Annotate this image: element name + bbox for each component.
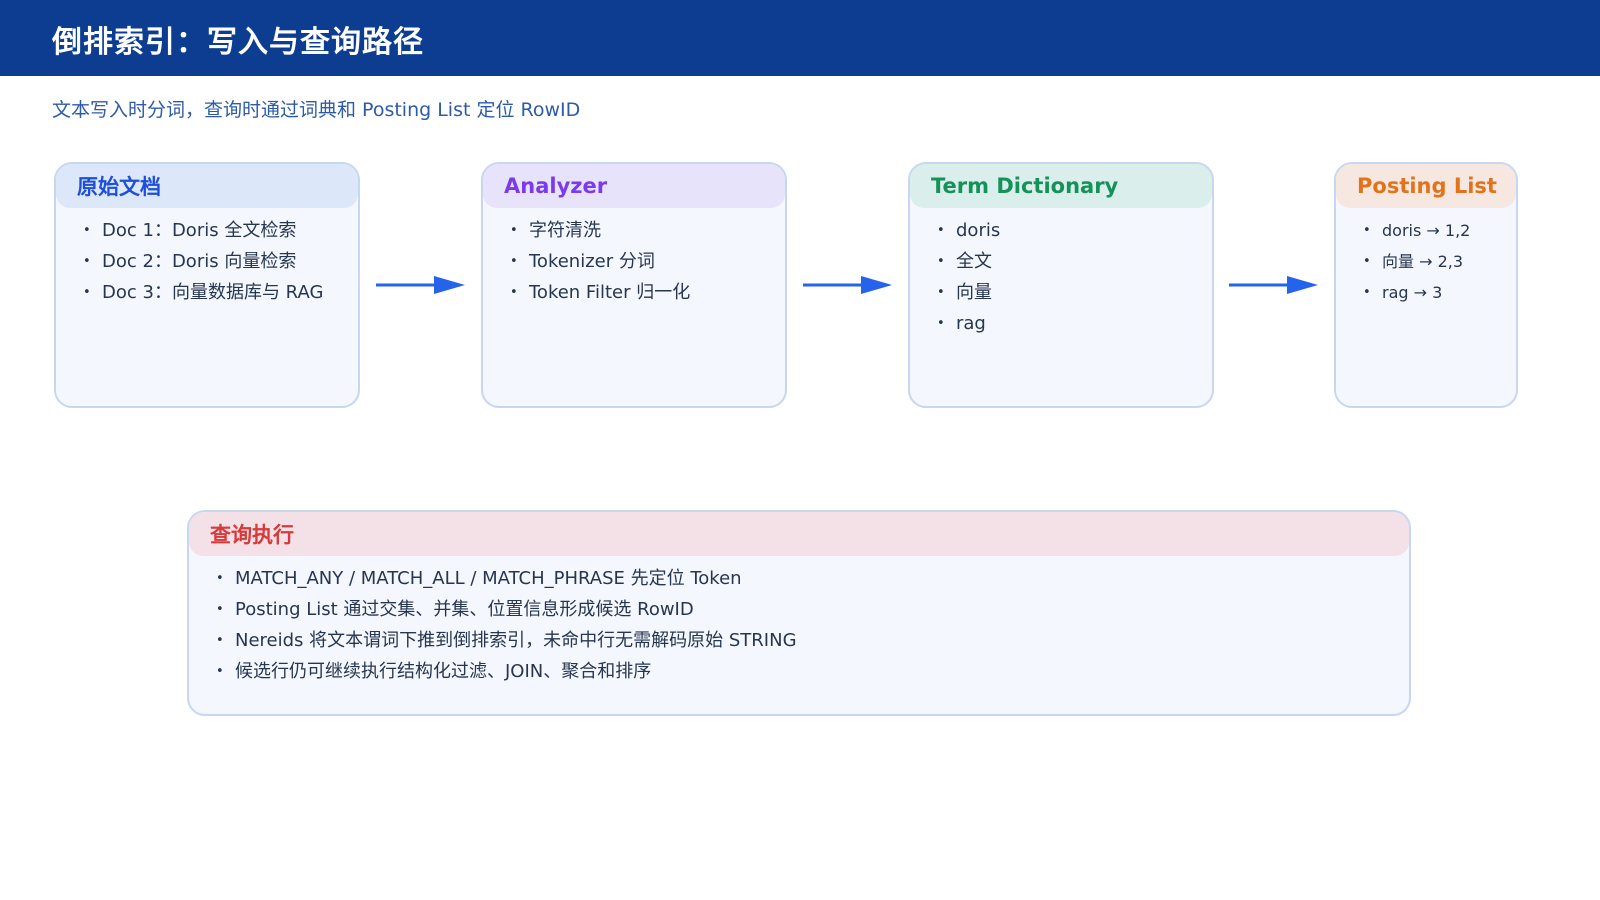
list-item: Token Filter 归一化 (510, 280, 785, 311)
title-bar: 倒排索引：写入与查询路径 (0, 0, 1600, 76)
list-item: 向量 → 2,3 (1363, 249, 1516, 280)
analyzer-card: Analyzer 字符清洗 Tokenizer 分词 Token Filter … (481, 162, 787, 408)
list-item: MATCH_ANY / MATCH_ALL / MATCH_PHRASE 先定位… (216, 566, 1409, 597)
arrow-right-icon (803, 276, 892, 294)
list-item: doris → 1,2 (1363, 218, 1516, 249)
source-documents-list: Doc 1：Doris 全文检索 Doc 2：Doris 向量检索 Doc 3：… (56, 208, 358, 311)
term-dictionary-list: doris 全文 向量 rag (910, 208, 1212, 342)
term-dictionary-card: Term Dictionary doris 全文 向量 rag (908, 162, 1214, 408)
source-documents-card-title: 原始文档 (56, 164, 358, 208)
list-item: 全文 (937, 249, 1212, 280)
posting-list-list: doris → 1,2 向量 → 2,3 rag → 3 (1336, 208, 1516, 311)
analyzer-list: 字符清洗 Tokenizer 分词 Token Filter 归一化 (483, 208, 785, 311)
list-item: rag → 3 (1363, 280, 1516, 311)
list-item: Posting List 通过交集、并集、位置信息形成候选 RowID (216, 597, 1409, 628)
list-item: Nereids 将文本谓词下推到倒排索引，未命中行无需解码原始 STRING (216, 628, 1409, 659)
term-dictionary-card-title: Term Dictionary (910, 164, 1212, 208)
analyzer-card-title: Analyzer (483, 164, 785, 208)
arrow-right-icon (376, 276, 465, 294)
posting-list-card-title: Posting List (1336, 164, 1516, 208)
list-item: 向量 (937, 280, 1212, 311)
list-item: doris (937, 218, 1212, 249)
list-item: Doc 1：Doris 全文检索 (83, 218, 358, 249)
posting-list-card: Posting List doris → 1,2 向量 → 2,3 rag → … (1334, 162, 1518, 408)
query-execution-card: 查询执行 MATCH_ANY / MATCH_ALL / MATCH_PHRAS… (187, 510, 1411, 716)
source-documents-card: 原始文档 Doc 1：Doris 全文检索 Doc 2：Doris 向量检索 D… (54, 162, 360, 408)
list-item: rag (937, 311, 1212, 342)
list-item: Doc 3：向量数据库与 RAG (83, 280, 358, 311)
query-execution-card-title: 查询执行 (189, 512, 1409, 556)
page-title: 倒排索引：写入与查询路径 (52, 25, 424, 60)
arrow-right-icon (1229, 276, 1318, 294)
list-item: 字符清洗 (510, 218, 785, 249)
list-item: Doc 2：Doris 向量检索 (83, 249, 358, 280)
list-item: 候选行仍可继续执行结构化过滤、JOIN、聚合和排序 (216, 659, 1409, 690)
query-execution-list: MATCH_ANY / MATCH_ALL / MATCH_PHRASE 先定位… (189, 556, 1409, 690)
list-item: Tokenizer 分词 (510, 249, 785, 280)
page-subtitle: 文本写入时分词，查询时通过词典和 Posting List 定位 RowID (52, 99, 581, 121)
